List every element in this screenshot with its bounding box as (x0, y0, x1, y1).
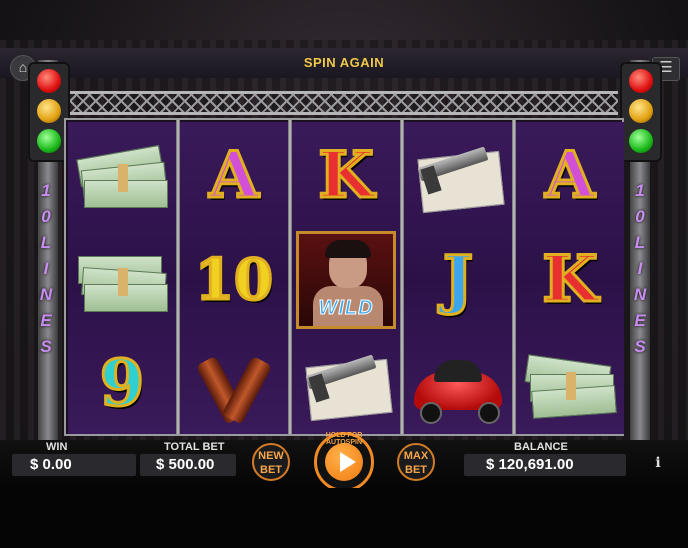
total-bet-value: $ 500.00 (140, 454, 236, 476)
max-bet-button[interactable]: MAX BET (397, 443, 435, 481)
reel-1: 9 (68, 122, 176, 434)
beer-bottles-icon (180, 332, 288, 436)
lines-char: 1 (41, 181, 51, 200)
symbol-a: A (180, 124, 288, 228)
reel-3: K WILD (292, 122, 400, 434)
lines-char: 0 (635, 207, 645, 226)
red-sports-car-icon (404, 332, 512, 436)
win-label: WIN (46, 441, 68, 453)
symbol-k: K (516, 228, 624, 332)
new-bet-line2: BET (260, 464, 282, 476)
reel-5: A K (516, 122, 624, 434)
nine-letter: 9 (98, 346, 146, 421)
symbol-k: K (292, 124, 400, 228)
symbol-ten: 10 (180, 228, 288, 332)
hair-shape (325, 240, 371, 258)
max-bet-line1: MAX (403, 450, 429, 462)
lines-char: I (637, 259, 643, 278)
lines-char: 1 (635, 181, 645, 200)
j-letter: J (441, 242, 474, 317)
lines-char: E (40, 311, 52, 330)
symbol-j: J (404, 228, 512, 332)
wild-symbol: WILD (292, 228, 400, 332)
win-value: $ 0.00 (12, 454, 136, 476)
yellow-lamp-icon (37, 99, 61, 123)
green-lamp-icon (629, 129, 653, 153)
slot-game-screen: ⌂ SPIN AGAIN ☰ 1 0 L I N E S 1 0 L I N E… (0, 0, 688, 548)
new-bet-button[interactable]: NEW BET (252, 443, 290, 481)
max-bet-line2: BET (405, 464, 427, 476)
lines-char: E (634, 311, 646, 330)
balance-label: BALANCE (514, 441, 568, 453)
right-traffic-light (620, 62, 662, 162)
yellow-lamp-icon (629, 99, 653, 123)
symbol-nine: 9 (68, 332, 176, 436)
a-letter: A (208, 138, 261, 213)
a-letter: A (544, 138, 597, 213)
play-icon (340, 452, 356, 472)
pistol-newspaper-icon (404, 124, 512, 228)
total-bet-label: TOTAL BET (164, 441, 225, 453)
k-letter: K (541, 242, 600, 317)
symbol-a: A (516, 124, 624, 228)
red-lamp-icon (37, 69, 61, 93)
pistol-newspaper-icon (292, 332, 400, 436)
cash-stack-icon (68, 124, 176, 228)
green-lamp-icon (37, 129, 61, 153)
reel-4: J (404, 122, 512, 434)
cash-stack-icon (68, 228, 176, 332)
wild-label: WILD (318, 297, 374, 320)
hold-for-autospin-label: HOLD FOR AUTOSPIN (325, 432, 363, 446)
reel-2: A 10 (180, 122, 288, 434)
reel-grid: 9 A 10 K WILD J A K (64, 118, 624, 436)
cash-stack-icon (516, 332, 624, 436)
ten-letter: 10 (194, 247, 275, 313)
lines-char: 0 (41, 207, 51, 226)
lines-label-right: 1 0 L I N E S (630, 178, 650, 360)
lines-char: S (634, 337, 646, 356)
balance-value: $ 120,691.00 (464, 454, 626, 476)
red-lamp-icon (629, 69, 653, 93)
truss-bar (70, 91, 618, 115)
lines-label-left: 1 0 L I N E S (36, 178, 56, 360)
k-letter: K (317, 138, 376, 213)
lines-char: L (40, 233, 52, 252)
lines-char: N (39, 285, 53, 304)
new-bet-line1: NEW (258, 450, 284, 462)
lines-char: L (634, 233, 646, 252)
info-icon[interactable]: i (650, 455, 666, 471)
bottom-bar (0, 488, 688, 548)
spin-again-banner: SPIN AGAIN (303, 55, 385, 70)
lines-char: I (43, 259, 49, 278)
lines-char: N (633, 285, 647, 304)
lines-char: S (40, 337, 52, 356)
